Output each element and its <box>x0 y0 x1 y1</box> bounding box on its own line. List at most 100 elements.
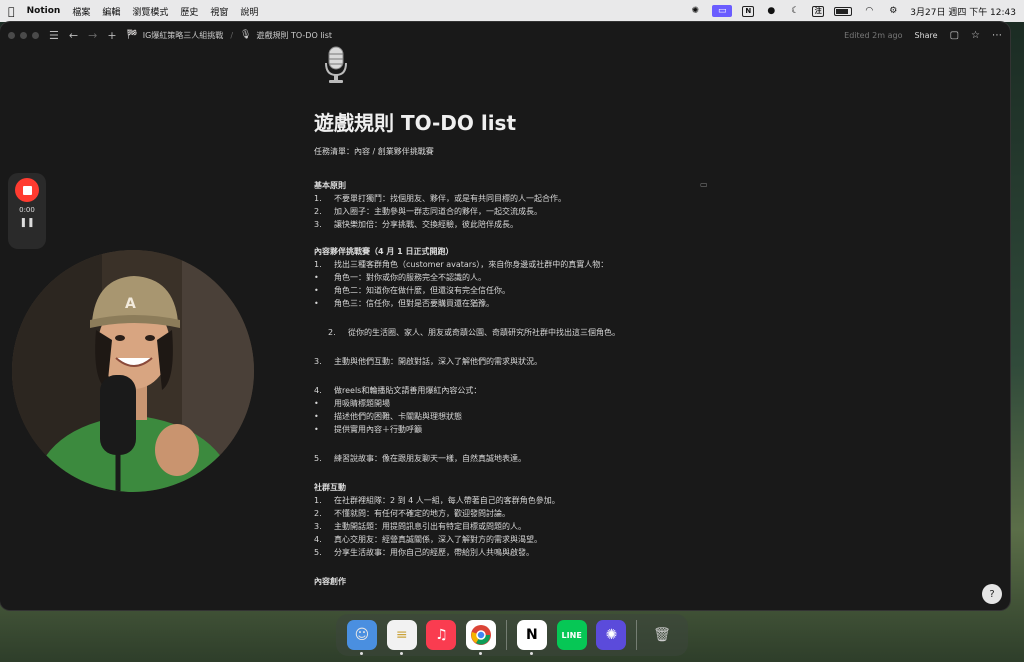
notion-icon[interactable]: N <box>516 620 547 655</box>
menu-app-name[interactable]: Notion <box>27 6 61 16</box>
list-item[interactable]: • 角色二：知道你在做什麼，但還沒有完全信任你。 <box>314 284 734 297</box>
forward-arrow-icon[interactable]: → <box>88 29 97 42</box>
running-indicator <box>479 652 483 655</box>
list-text: 從你的生活圈、家人、朋友或奇蹟公園、奇蹟研究所社群中找出這三個角色。 <box>348 328 620 337</box>
list-text: 不懂就問：有任何不確定的地方，歡迎發問討論。 <box>334 509 510 518</box>
list-marker: 1. <box>314 260 322 269</box>
list-item[interactable]: • 角色一：對你或你的服務完全不認識的人。 <box>314 271 734 284</box>
current-page-icon: 🎙 <box>240 30 252 40</box>
menu-help[interactable]: 說明 <box>240 5 258 18</box>
comments-icon[interactable]: ▢ <box>950 30 959 41</box>
stop-recording-button[interactable] <box>15 178 39 202</box>
list-text: 角色一：對你或你的服務完全不認識的人。 <box>334 273 486 282</box>
notes-icon[interactable]: ≡ <box>386 620 417 655</box>
battery-icon[interactable] <box>834 6 853 16</box>
minimize-window-button[interactable] <box>20 31 27 39</box>
list-text: 讓快樂加倍：分享挑戰、交換經驗，彼此陪伴成長。 <box>334 220 518 229</box>
favorite-star-icon[interactable]: ☆ <box>971 30 980 41</box>
webcam-person-image: A <box>12 250 254 492</box>
apple-icon[interactable]:  <box>8 5 15 18</box>
music-icon[interactable]: ♫ <box>426 620 457 650</box>
list-item[interactable]: 3. 讓快樂加倍：分享挑戰、交換經驗，彼此陪伴成長。 <box>314 218 734 231</box>
stop-icon <box>22 185 32 195</box>
share-button[interactable]: Share <box>914 31 937 40</box>
line-icon[interactable]: LINE <box>556 620 587 650</box>
input-method-icon[interactable]: 注 <box>812 5 825 17</box>
breadcrumb-parent[interactable]: IG爆紅策略三人組挑戰 <box>143 30 224 41</box>
trash-icon[interactable]: 🗑 <box>647 620 677 650</box>
app-flower-icon[interactable]: ✺ <box>596 620 627 650</box>
list-item[interactable]: 3. 主動與他們互動：開啟對話，深入了解他們的需求與狀況。 <box>314 355 734 368</box>
macos-menubar:  Notion 檔案 編輯 瀏覽模式 歷史 視窗 說明 ✺ ▭ N ● ☾ 注… <box>0 0 1024 22</box>
list-item[interactable]: • 提供實用內容＋行動呼籲 <box>314 423 734 436</box>
gear-icon[interactable]: ✺ <box>688 5 702 17</box>
close-window-button[interactable] <box>8 31 15 39</box>
list-text: 用吸睛標題開場 <box>334 399 390 408</box>
list-item[interactable]: 2. 加入圈子：主動參與一群志同道合的夥伴，一起交流成長。 <box>314 205 734 218</box>
list-item[interactable]: 5. 練習說故事：像在跟朋友聊天一樣，自然真誠地表達。 <box>314 452 734 465</box>
list-item[interactable]: 4. 真心交朋友：經營真誠關係，深入了解對方的需求與渴望。 <box>314 533 734 546</box>
traffic-lights[interactable] <box>8 31 39 39</box>
list-item[interactable]: 2. 從你的生活圈、家人、朋友或奇蹟公園、奇蹟研究所社群中找出這三個角色。 <box>314 326 734 339</box>
moon-icon[interactable]: ☾ <box>788 5 802 17</box>
breadcrumb-separator: / <box>230 30 234 40</box>
list-item[interactable]: 2. 不懂就問：有任何不確定的地方，歡迎發問討論。 <box>314 507 734 520</box>
list-item[interactable]: • 用吸睛標題開場 <box>314 397 734 410</box>
list-text: 分享生活故事：用你自己的經歷，帶給別人共鳴與啟發。 <box>334 548 534 557</box>
edited-status: Edited 2m ago <box>844 30 903 40</box>
record-dot-icon[interactable]: ● <box>764 5 778 17</box>
list-text: 真心交朋友：經營真誠關係，深入了解對方的需求與渴望。 <box>334 535 542 544</box>
section-heading-social[interactable]: 社群互動 <box>314 481 734 494</box>
list-marker: 1. <box>314 496 322 505</box>
menu-edit[interactable]: 編輯 <box>102 5 120 18</box>
menu-window[interactable]: 視窗 <box>210 5 228 18</box>
page-content[interactable]: 任務清單：內容 / 創業夥伴挑戰賽 基本原則 1. 不要單打獨鬥：找個朋友、夥伴，… <box>314 145 734 588</box>
list-item[interactable]: 5. 分享生活故事：用你自己的經歷，帶給別人共鳴與啟發。 <box>314 546 734 559</box>
control-center-icon[interactable]: ⚙ <box>886 5 900 17</box>
section-heading-challenge[interactable]: 內容夥伴挑戰賽（4 月 1 日正式開跑） <box>314 245 734 258</box>
back-arrow-icon[interactable]: ← <box>69 29 78 42</box>
list-item[interactable]: 3. 主動開話題：用提問訊息引出有特定目標或問題的人。 <box>314 520 734 533</box>
list-item[interactable]: 1. 找出三種客群角色（customer avatars），來自你身邊或社群中的真… <box>314 258 734 271</box>
running-indicator <box>359 652 363 655</box>
breadcrumb: 🏁 IG爆紅策略三人組挑戰 / 🎙 遊戲規則 TO-DO list <box>127 30 333 41</box>
list-text: 加入圈子：主動參與一群志同道合的夥伴，一起交流成長。 <box>334 207 542 216</box>
menu-view[interactable]: 瀏覽模式 <box>132 5 168 18</box>
section-heading-basics[interactable]: 基本原則 <box>314 179 734 192</box>
wifi-icon[interactable]: ◠ <box>862 5 876 17</box>
recording-time: 0:00 <box>19 206 35 214</box>
webcam-bubble[interactable]: A <box>12 250 254 492</box>
microphone-page-icon[interactable] <box>320 45 352 85</box>
list-text: 角色二：知道你在做什麼，但還沒有完全信任你。 <box>334 286 510 295</box>
list-item[interactable]: • 描述他們的困難、卡關點與理想狀態 <box>314 410 734 423</box>
finder-icon[interactable]: ☺ <box>346 620 377 655</box>
section-heading-creation[interactable]: 內容創作 <box>314 575 734 588</box>
list-item[interactable]: 4. 做reels和輪播貼文請善用爆紅內容公式： <box>314 384 734 397</box>
list-marker: • <box>314 286 319 295</box>
breadcrumb-current[interactable]: 遊戲規則 TO-DO list <box>256 30 332 41</box>
menu-file[interactable]: 檔案 <box>72 5 90 18</box>
menubar-datetime[interactable]: 3月27日 週四 下午 12:43 <box>910 5 1016 18</box>
new-page-plus-icon[interactable]: + <box>107 29 116 42</box>
page-subtitle[interactable]: 任務清單：內容 / 創業夥伴挑戰賽 <box>314 145 734 158</box>
chrome-icon[interactable] <box>466 620 497 655</box>
list-item[interactable]: • 角色三：信任你，但對是否要購買還在猶豫。 <box>314 297 734 310</box>
sidebar-toggle-icon[interactable]: ☰ <box>49 29 59 42</box>
notion-tray-icon[interactable]: N <box>742 5 755 17</box>
recording-panel: 0:00 ❚❚ <box>8 173 46 249</box>
dock-separator <box>506 620 508 650</box>
page-title[interactable]: 遊戲規則 TO-DO list <box>314 107 516 136</box>
window-topbar: ☰ ← → + 🏁 IG爆紅策略三人組挑戰 / 🎙 遊戲規則 TO-DO lis… <box>0 22 1010 48</box>
screen-record-icon[interactable]: ▭ <box>712 5 733 17</box>
chrome-logo <box>471 625 492 645</box>
pause-icon[interactable]: ❚❚ <box>19 218 34 228</box>
more-options-icon[interactable]: ⋯ <box>992 30 1002 41</box>
menu-history[interactable]: 歷史 <box>180 5 198 18</box>
zoom-window-button[interactable] <box>32 31 39 39</box>
list-item[interactable]: 1. 在社群裡組隊：2 到 4 人一組，每人帶著自己的客群角色參加。 <box>314 494 734 507</box>
list-item[interactable]: 1. 不要單打獨鬥：找個朋友、夥伴，或是有共同目標的人一起合作。 <box>314 192 734 205</box>
help-button[interactable]: ? <box>982 584 1002 604</box>
